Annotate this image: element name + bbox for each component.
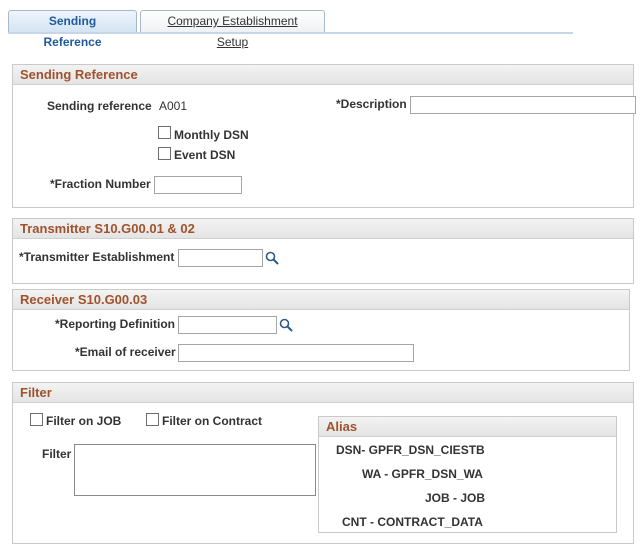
tab-company-establishment-setup[interactable]: Company Establishment Setup <box>140 10 325 49</box>
alias-row: DSN- GPFR_DSN_CIESTB <box>336 443 485 457</box>
reporting-definition-label: *Reporting Definition <box>55 317 175 331</box>
alias-row: CNT - CONTRACT_DATA <box>342 515 483 529</box>
fraction-number-input[interactable] <box>154 176 242 194</box>
filter-on-job-label: Filter on JOB <box>46 414 122 428</box>
filter-textarea[interactable] <box>74 444 316 496</box>
email-receiver-label: *Email of receiver <box>75 345 176 359</box>
transmitter-establishment-input[interactable] <box>178 249 263 267</box>
description-input[interactable] <box>410 96 636 114</box>
event-dsn-checkbox[interactable] <box>158 147 171 160</box>
description-label: *Description <box>336 97 407 111</box>
tab-sending-reference[interactable]: Sending Reference <box>8 10 137 49</box>
reporting-definition-input[interactable] <box>178 316 277 334</box>
sending-reference-header: Sending Reference <box>13 65 633 85</box>
fraction-number-label: *Fraction Number <box>50 177 151 191</box>
receiver-header: Receiver S10.G00.03 <box>13 290 629 310</box>
monthly-dsn-checkbox[interactable] <box>158 126 171 139</box>
email-receiver-input[interactable] <box>178 344 414 362</box>
filter-header: Filter <box>13 383 633 403</box>
filter-on-contract-checkbox[interactable] <box>146 413 159 426</box>
transmitter-header: Transmitter S10.G00.01 & 02 <box>13 219 633 239</box>
event-dsn-label: Event DSN <box>174 148 236 162</box>
filter-label: Filter <box>42 447 72 461</box>
sending-reference-value: A001 <box>159 99 188 113</box>
alias-header: Alias <box>319 417 616 437</box>
alias-row: WA - GPFR_DSN_WA <box>362 467 483 481</box>
filter-on-contract-label: Filter on Contract <box>162 414 263 428</box>
monthly-dsn-label: Monthly DSN <box>174 128 249 142</box>
magnifier-lookup-icon[interactable] <box>265 251 279 265</box>
transmitter-establishment-label: *Transmitter Establishment <box>19 250 175 264</box>
tab-underline <box>8 32 573 34</box>
sending-reference-label: Sending reference <box>47 99 152 113</box>
magnifier-lookup-icon[interactable] <box>279 318 293 332</box>
filter-on-job-checkbox[interactable] <box>30 413 43 426</box>
alias-row: JOB - JOB <box>425 491 486 505</box>
